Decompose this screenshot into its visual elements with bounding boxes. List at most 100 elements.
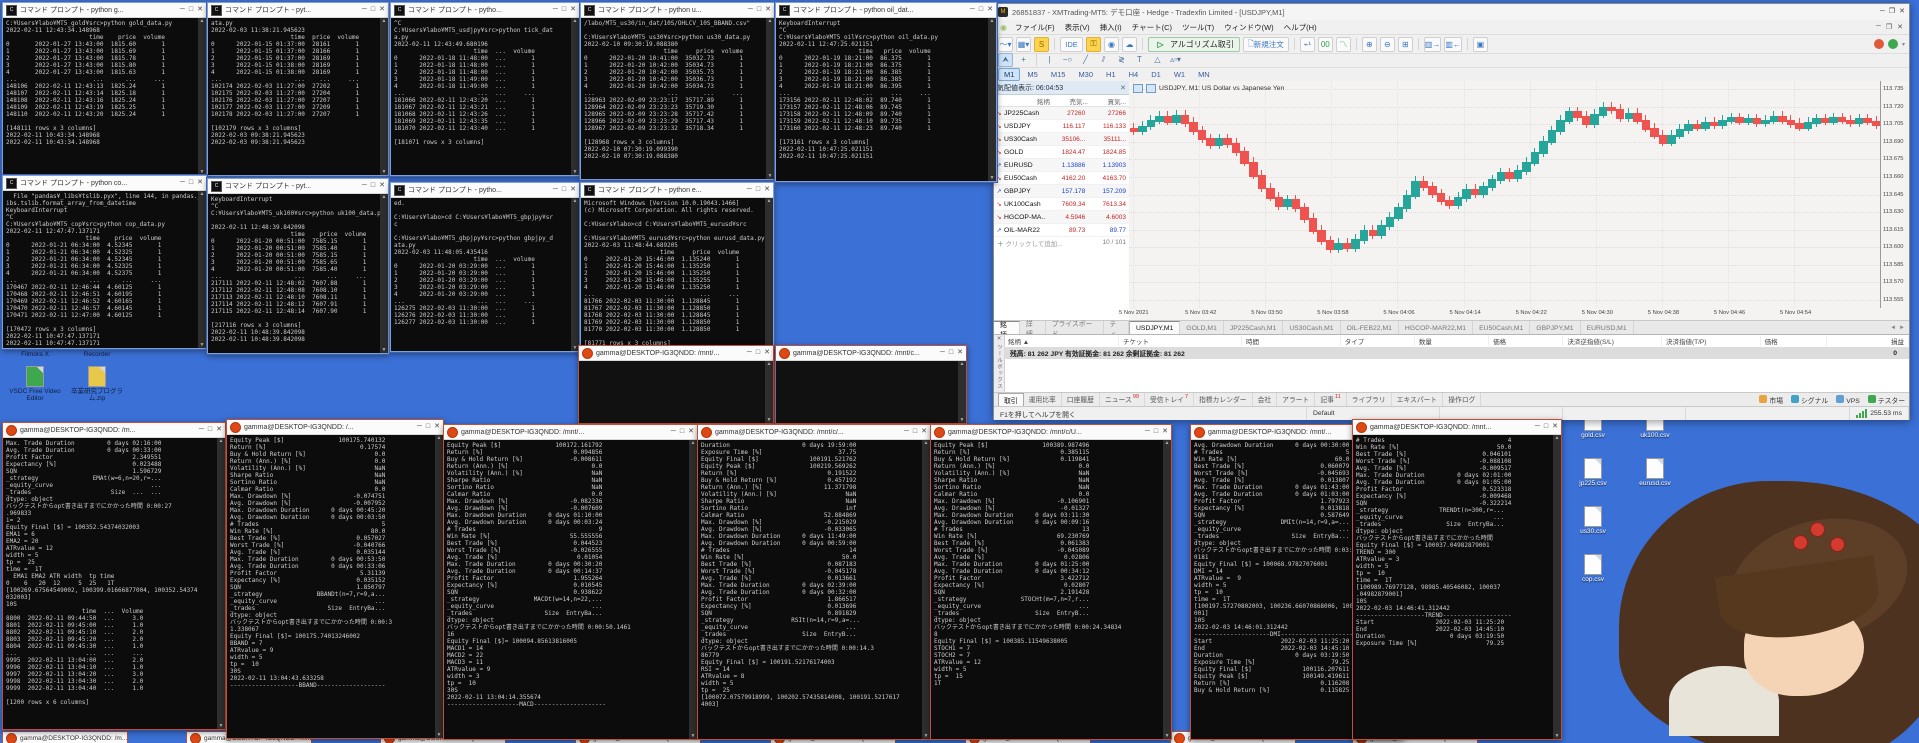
scrollbar[interactable] xyxy=(958,361,966,423)
minimize-button[interactable]: ─ xyxy=(1535,422,1540,432)
terminal-body[interactable]: Equity Peak [$] 100175.740132 Return [%]… xyxy=(227,435,443,738)
maximize-button[interactable]: □ xyxy=(1154,427,1158,437)
timeframe-M1[interactable]: M1 xyxy=(998,68,1020,81)
minimize-button[interactable]: ─ xyxy=(748,5,753,15)
mql-icon[interactable]: S xyxy=(1034,37,1049,52)
scrollbar[interactable] xyxy=(1553,435,1561,739)
toolbox-tab-指標カレンダー[interactable]: 指標カレンダー xyxy=(1194,393,1253,407)
close-icon[interactable]: ✕ xyxy=(997,336,1002,342)
terminal-body[interactable]: KeyboardInterrupt ^C C:¥Users¥labo¥MT5_u… xyxy=(208,194,388,353)
market-watch-row[interactable]: ↗OIL-MAR2289.7389.77 xyxy=(994,224,1129,237)
terminal-body[interactable] xyxy=(776,361,966,423)
account-badge-icon[interactable] xyxy=(1874,39,1884,49)
minimize-button[interactable]: ─ xyxy=(553,185,558,195)
timeframe-W1[interactable]: W1 xyxy=(1168,68,1191,81)
mw-tab-プライスボード[interactable]: プライスボード xyxy=(1046,321,1104,335)
terminal-body[interactable]: ata.py 2022-02-03 11:38:21.945623 time p… xyxy=(208,18,388,175)
chevron-down-icon[interactable]: ▾ xyxy=(1902,41,1905,48)
toolbox-tab-エキスパート[interactable]: エキスパート xyxy=(1392,393,1444,407)
close-button[interactable]: ✕ xyxy=(379,5,385,15)
window-titlebar[interactable]: gamma@DESKTOP-IG3QNDD: /...─□✕ xyxy=(227,420,443,435)
desktop-icon-cop.csv[interactable]: cop.csv xyxy=(1566,554,1620,583)
scrollbar[interactable] xyxy=(766,18,774,179)
maximize-button[interactable]: □ xyxy=(756,185,760,195)
crosshair-tool-icon[interactable]: + xyxy=(1016,53,1031,67)
minimize-button[interactable]: ─ xyxy=(362,181,367,191)
toolbox-tab-アラート[interactable]: アラート xyxy=(1277,393,1315,407)
ohlc-icon[interactable]: 00 xyxy=(1318,37,1333,52)
close-button[interactable]: ✕ xyxy=(1162,427,1168,437)
close-button[interactable]: ✕ xyxy=(987,5,993,15)
statusicon-テスター[interactable]: テスター xyxy=(1868,395,1905,405)
timeframe-MN[interactable]: MN xyxy=(1192,68,1216,81)
channel-tool-icon[interactable]: ⫽ xyxy=(1096,53,1111,67)
minimize-button[interactable]: ─ xyxy=(1145,427,1150,437)
menu-item-表示(V)[interactable]: 表示(V) xyxy=(1060,21,1095,34)
horizontal-line-tool-icon[interactable]: −○ xyxy=(1060,53,1075,67)
close-button[interactable]: ✕ xyxy=(765,5,771,15)
chart-tab-EU50Cash,M1[interactable]: EU50Cash,M1 xyxy=(1473,321,1530,335)
scrollbar[interactable] xyxy=(922,440,930,739)
scrollbar[interactable] xyxy=(435,435,443,738)
window-titlebar[interactable]: gamma@DESKTOP-IG3QNDD: /m...─□✕ xyxy=(3,423,225,438)
maximize-button[interactable]: ❐ xyxy=(1889,7,1895,17)
scrollbar[interactable] xyxy=(765,198,773,351)
terminal-body[interactable] xyxy=(579,361,773,423)
maximize-button[interactable]: □ xyxy=(979,5,983,15)
market-watch-row[interactable]: ↘GOLD1824.471824.85 xyxy=(994,146,1129,159)
close-button[interactable]: ✕ xyxy=(216,425,222,435)
scrollbar[interactable] xyxy=(571,198,579,351)
terminal-body[interactable]: ed. C:¥Users¥labo>cd C:¥Users¥labo¥MT5_g… xyxy=(391,198,579,351)
toolbox-tab-記事[interactable]: 記事11 xyxy=(1315,393,1346,407)
chart-tab-HGCOP-MAR22,M1[interactable]: HGCOP-MAR22,M1 xyxy=(1399,321,1473,335)
toolbox-tab-受信トレイ[interactable]: 受信トレイ7 xyxy=(1145,393,1194,407)
close-icon[interactable]: ✕ xyxy=(1120,84,1126,92)
statusicon-シグナル[interactable]: シグナル xyxy=(1791,395,1828,405)
arrows-dropdown-icon[interactable]: ▵▫▾ xyxy=(1168,53,1183,67)
mw-tab-銘柄[interactable]: 銘柄 xyxy=(994,321,1020,335)
minimize-button[interactable]: ─ xyxy=(1880,7,1885,17)
desktop-icon-jp225.csv[interactable]: jp225.csv xyxy=(1566,458,1620,487)
market-watch-row[interactable]: ↘US30Cash35106...35111... xyxy=(994,133,1129,146)
menu-item-ファイル(F)[interactable]: ファイル(F) xyxy=(1010,21,1060,34)
toolbox-tab-取引[interactable]: 取引 xyxy=(998,393,1024,407)
maximize-button[interactable]: □ xyxy=(1544,422,1548,432)
market-watch-row[interactable]: ↘EU50Cash4162.204163.70 xyxy=(994,172,1129,185)
profile-badge-icon[interactable] xyxy=(1888,39,1898,49)
depth-of-market-icon[interactable] xyxy=(1133,84,1143,93)
maximize-button[interactable]: □ xyxy=(562,5,566,15)
window-titlebar[interactable]: gamma@DESKTOP-IG3QNDD: /mnt/c...─□✕ xyxy=(776,346,966,361)
terminal-body[interactable]: # Trades 4 Win Rate [%] 50.0 Best Trade … xyxy=(1353,435,1561,739)
scrollbar[interactable] xyxy=(689,440,697,739)
market-watch-row[interactable]: ↘HGCOP-MA..4.59464.6003 xyxy=(994,211,1129,224)
minimize-button[interactable]: ─ xyxy=(940,348,945,358)
chart-minimize-button[interactable]: ─ xyxy=(1876,23,1881,31)
mw-tab-ティ[interactable]: ティ xyxy=(1104,321,1129,335)
menu-item-チャート(C)[interactable]: チャート(C) xyxy=(1127,21,1177,34)
minimize-button[interactable]: ─ xyxy=(747,185,752,195)
chart-close-button[interactable]: ✕ xyxy=(1897,23,1903,31)
fibonacci-tool-icon[interactable]: ≷ xyxy=(1114,53,1129,67)
text-tool-icon[interactable]: T xyxy=(1132,53,1147,67)
maximize-button[interactable]: □ xyxy=(189,5,193,15)
scrollbar[interactable] xyxy=(571,18,579,175)
timeframe-D1[interactable]: D1 xyxy=(1145,68,1167,81)
window-titlebar[interactable]: gamma@DESKTOP-IG3QNDD: /mnt/...─□✕ xyxy=(579,346,773,361)
price-axis[interactable]: 113.735113.720113.705113.690113.675113.6… xyxy=(1881,81,1909,308)
terminal-body[interactable]: Duration 0 days 19:59:00 Exposure Time [… xyxy=(698,440,930,739)
tick-chart-icon[interactable]: ⌁¹ xyxy=(1300,37,1315,52)
terminal-body[interactable]: ^C C:¥Users¥labo¥MT5_usdjpy¥src>python t… xyxy=(391,18,579,175)
trendline-tool-icon[interactable]: ╱ xyxy=(1078,53,1093,67)
candlestick-chart[interactable] xyxy=(1129,81,1881,309)
toolbox-tab-操作ログ[interactable]: 操作ログ xyxy=(1443,393,1481,407)
window-titlebar[interactable]: gamma@DESKTOP-IG3QNDD: /mnt/c/U...─□✕ xyxy=(931,425,1171,440)
add-symbol-icon[interactable]: ＋ xyxy=(997,238,1004,248)
mt5-titlebar[interactable]: M 26851837 - XMTrading-MT5: デモ口座 - Hedge… xyxy=(994,4,1909,21)
desktop-icon-eurusd.csv[interactable]: eurusd.csv xyxy=(1628,458,1682,487)
maximize-button[interactable]: □ xyxy=(371,181,375,191)
timeframe-H1[interactable]: H1 xyxy=(1100,68,1122,81)
close-button[interactable]: ✕ xyxy=(957,348,963,358)
scrollbar[interactable] xyxy=(380,18,388,175)
tab-scroll-left-icon[interactable]: ◄ xyxy=(1890,325,1896,331)
window-titlebar[interactable]: Cコマンド プロンプト - python oil_dat...─□✕ xyxy=(776,3,996,18)
